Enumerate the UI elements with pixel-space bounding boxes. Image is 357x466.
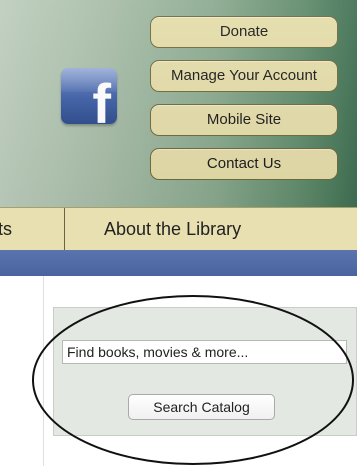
sidebar-divider <box>43 276 44 466</box>
main-nav-bar: ts About the Library <box>0 207 357 250</box>
catalog-search-input[interactable] <box>62 340 347 364</box>
nav-divider <box>64 208 65 250</box>
contact-us-button[interactable]: Contact Us <box>150 148 338 180</box>
nav-item-about-library[interactable]: About the Library <box>104 208 241 250</box>
mobile-site-button[interactable]: Mobile Site <box>150 104 338 136</box>
site-header: f Donate Manage Your Account Mobile Site… <box>0 0 357 207</box>
search-catalog-button[interactable]: Search Catalog <box>128 394 275 420</box>
manage-account-button[interactable]: Manage Your Account <box>150 60 338 92</box>
nav-item-partial[interactable]: ts <box>0 208 12 250</box>
facebook-icon[interactable]: f <box>61 68 117 124</box>
donate-button[interactable]: Donate <box>150 16 338 48</box>
facebook-f-glyph: f <box>92 72 111 125</box>
sub-nav-bar <box>0 250 357 276</box>
